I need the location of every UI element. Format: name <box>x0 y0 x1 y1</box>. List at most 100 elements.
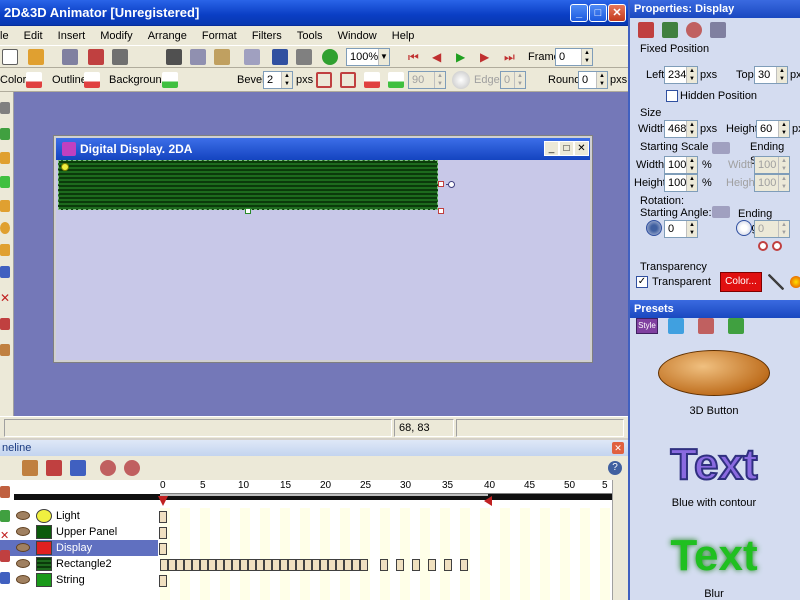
keyframe[interactable] <box>360 559 368 571</box>
presets-shapes-icon[interactable] <box>668 318 684 334</box>
layer-delete-icon[interactable]: ✕ <box>0 530 10 542</box>
bevel-color2-icon[interactable] <box>388 72 404 88</box>
resize-handle-bottom-right[interactable] <box>438 208 444 214</box>
new-icon[interactable] <box>2 49 18 65</box>
top-spinner[interactable]: ▲ ▼ <box>776 67 787 83</box>
link-scale-icon[interactable] <box>712 142 730 154</box>
keyframe[interactable] <box>296 559 304 571</box>
keyframe[interactable] <box>344 559 352 571</box>
keyframe[interactable] <box>159 543 167 555</box>
gradient-icon[interactable] <box>790 276 800 288</box>
menu-file[interactable]: le <box>0 26 15 46</box>
link-angle-icon[interactable] <box>712 206 730 218</box>
minimize-button[interactable]: _ <box>570 4 588 22</box>
es-width-spinner[interactable]: ▲ ▼ <box>778 157 789 173</box>
document-maximize-button[interactable]: □ <box>559 141 574 156</box>
edge-spinner[interactable]: ▲ ▼ <box>514 72 525 88</box>
copy-icon[interactable] <box>190 49 206 65</box>
angle-field[interactable]: 90 ▲ ▼ <box>408 71 446 89</box>
rectangle-tool-icon[interactable] <box>0 200 10 212</box>
keyframe[interactable] <box>248 559 256 571</box>
menu-format[interactable]: Format <box>196 26 243 46</box>
bevel-in-icon[interactable] <box>316 72 332 88</box>
tween-icon[interactable] <box>70 460 86 476</box>
layer-row-upper-panel[interactable]: Upper Panel <box>0 524 158 540</box>
zoom-select[interactable]: 100% ▼ <box>346 48 390 66</box>
line-tool-icon[interactable] <box>0 266 10 278</box>
left-spinner[interactable]: ▲ ▼ <box>686 67 697 83</box>
last-frame-icon[interactable]: ⏭ <box>504 49 520 65</box>
help-icon[interactable]: ? <box>608 461 622 475</box>
height-spinner[interactable]: ▲ ▼ <box>778 121 789 137</box>
position-tab-icon[interactable] <box>638 22 654 38</box>
shape-tool-icon[interactable] <box>0 176 10 188</box>
keyframe[interactable] <box>256 559 264 571</box>
preset-3d-button[interactable] <box>658 350 770 396</box>
ss-width-field[interactable]: 100 ▲ ▼ <box>664 156 698 174</box>
rotate-cw-icon[interactable] <box>772 241 782 251</box>
keyframe[interactable] <box>336 559 344 571</box>
keyframe[interactable] <box>380 559 388 571</box>
keyframe[interactable] <box>200 559 208 571</box>
menu-arrange[interactable]: Arrange <box>142 26 193 46</box>
menu-edit[interactable]: Edit <box>18 26 49 46</box>
keyframe[interactable] <box>192 559 200 571</box>
presets-effects-icon[interactable] <box>698 318 714 334</box>
starting-angle-field[interactable]: 0 ▲ ▼ <box>664 220 698 238</box>
layer-row-string[interactable]: String <box>0 572 158 588</box>
layer-add-icon[interactable] <box>0 486 10 498</box>
keyframe[interactable] <box>328 559 336 571</box>
keyframe[interactable] <box>208 559 216 571</box>
keyframe[interactable] <box>168 559 176 571</box>
end-angle-knob-icon[interactable] <box>736 220 752 236</box>
layer-row-light[interactable]: Light <box>0 508 158 524</box>
cut-icon[interactable] <box>166 49 182 65</box>
es-height-spinner[interactable]: ▲ ▼ <box>778 175 789 191</box>
next-frame-icon[interactable]: ▶ <box>480 49 496 65</box>
keyframe[interactable] <box>280 559 288 571</box>
keyframe[interactable] <box>264 559 272 571</box>
resize-handle-right[interactable] <box>438 181 444 187</box>
ss-height-spinner[interactable]: ▲ ▼ <box>686 175 697 191</box>
keyframe[interactable] <box>159 511 167 523</box>
keyframe[interactable] <box>320 559 328 571</box>
keyframe[interactable] <box>288 559 296 571</box>
document-minimize-button[interactable]: _ <box>544 141 559 156</box>
undo-icon[interactable] <box>244 49 260 65</box>
print-icon[interactable] <box>112 49 128 65</box>
style-tab[interactable]: Style <box>636 318 658 334</box>
color-picker-icon[interactable] <box>26 72 42 88</box>
properties-icon[interactable] <box>296 49 312 65</box>
display-object[interactable] <box>58 160 438 210</box>
layer-row-display[interactable]: Display <box>0 540 158 556</box>
maximize-button[interactable]: □ <box>589 4 607 22</box>
bevel-out-icon[interactable] <box>340 72 356 88</box>
keyframe[interactable] <box>312 559 320 571</box>
zoom-icon[interactable] <box>322 49 338 65</box>
chevron-down-icon[interactable]: ▼ <box>378 49 389 65</box>
ellipse-tool-icon[interactable] <box>0 222 10 234</box>
timeline-scrollbar[interactable] <box>612 480 628 600</box>
reverse-loop-icon[interactable] <box>124 460 140 476</box>
close-button[interactable]: ✕ <box>608 4 626 22</box>
info-icon[interactable] <box>272 49 288 65</box>
resize-handle-bottom[interactable] <box>245 208 251 214</box>
layer-lock-icon[interactable] <box>0 572 10 584</box>
visibility-eye-icon[interactable] <box>16 575 30 584</box>
bevel-spinner[interactable]: ▲ ▼ <box>281 72 292 88</box>
layout-tab-icon[interactable] <box>710 22 726 38</box>
image-tool-icon[interactable] <box>0 128 10 140</box>
bevel-field[interactable]: 2 ▲ ▼ <box>263 71 293 89</box>
triangle-tool-icon[interactable] <box>0 152 10 164</box>
keyframe[interactable] <box>184 559 192 571</box>
prev-frame-icon[interactable]: ◀ <box>432 49 448 65</box>
document-close-button[interactable]: ✕ <box>574 141 589 156</box>
color-button[interactable]: Color... <box>720 272 762 292</box>
light-object[interactable] <box>61 163 69 171</box>
keyframe[interactable] <box>159 575 167 587</box>
ending-angle-spinner[interactable]: ▲ ▼ <box>778 221 789 237</box>
start-angle-knob-icon[interactable] <box>646 220 662 236</box>
transparent-checkbox[interactable]: ✓ <box>636 276 648 288</box>
add-keyframe-icon[interactable] <box>22 460 38 476</box>
rotate-ccw-icon[interactable] <box>758 241 768 251</box>
